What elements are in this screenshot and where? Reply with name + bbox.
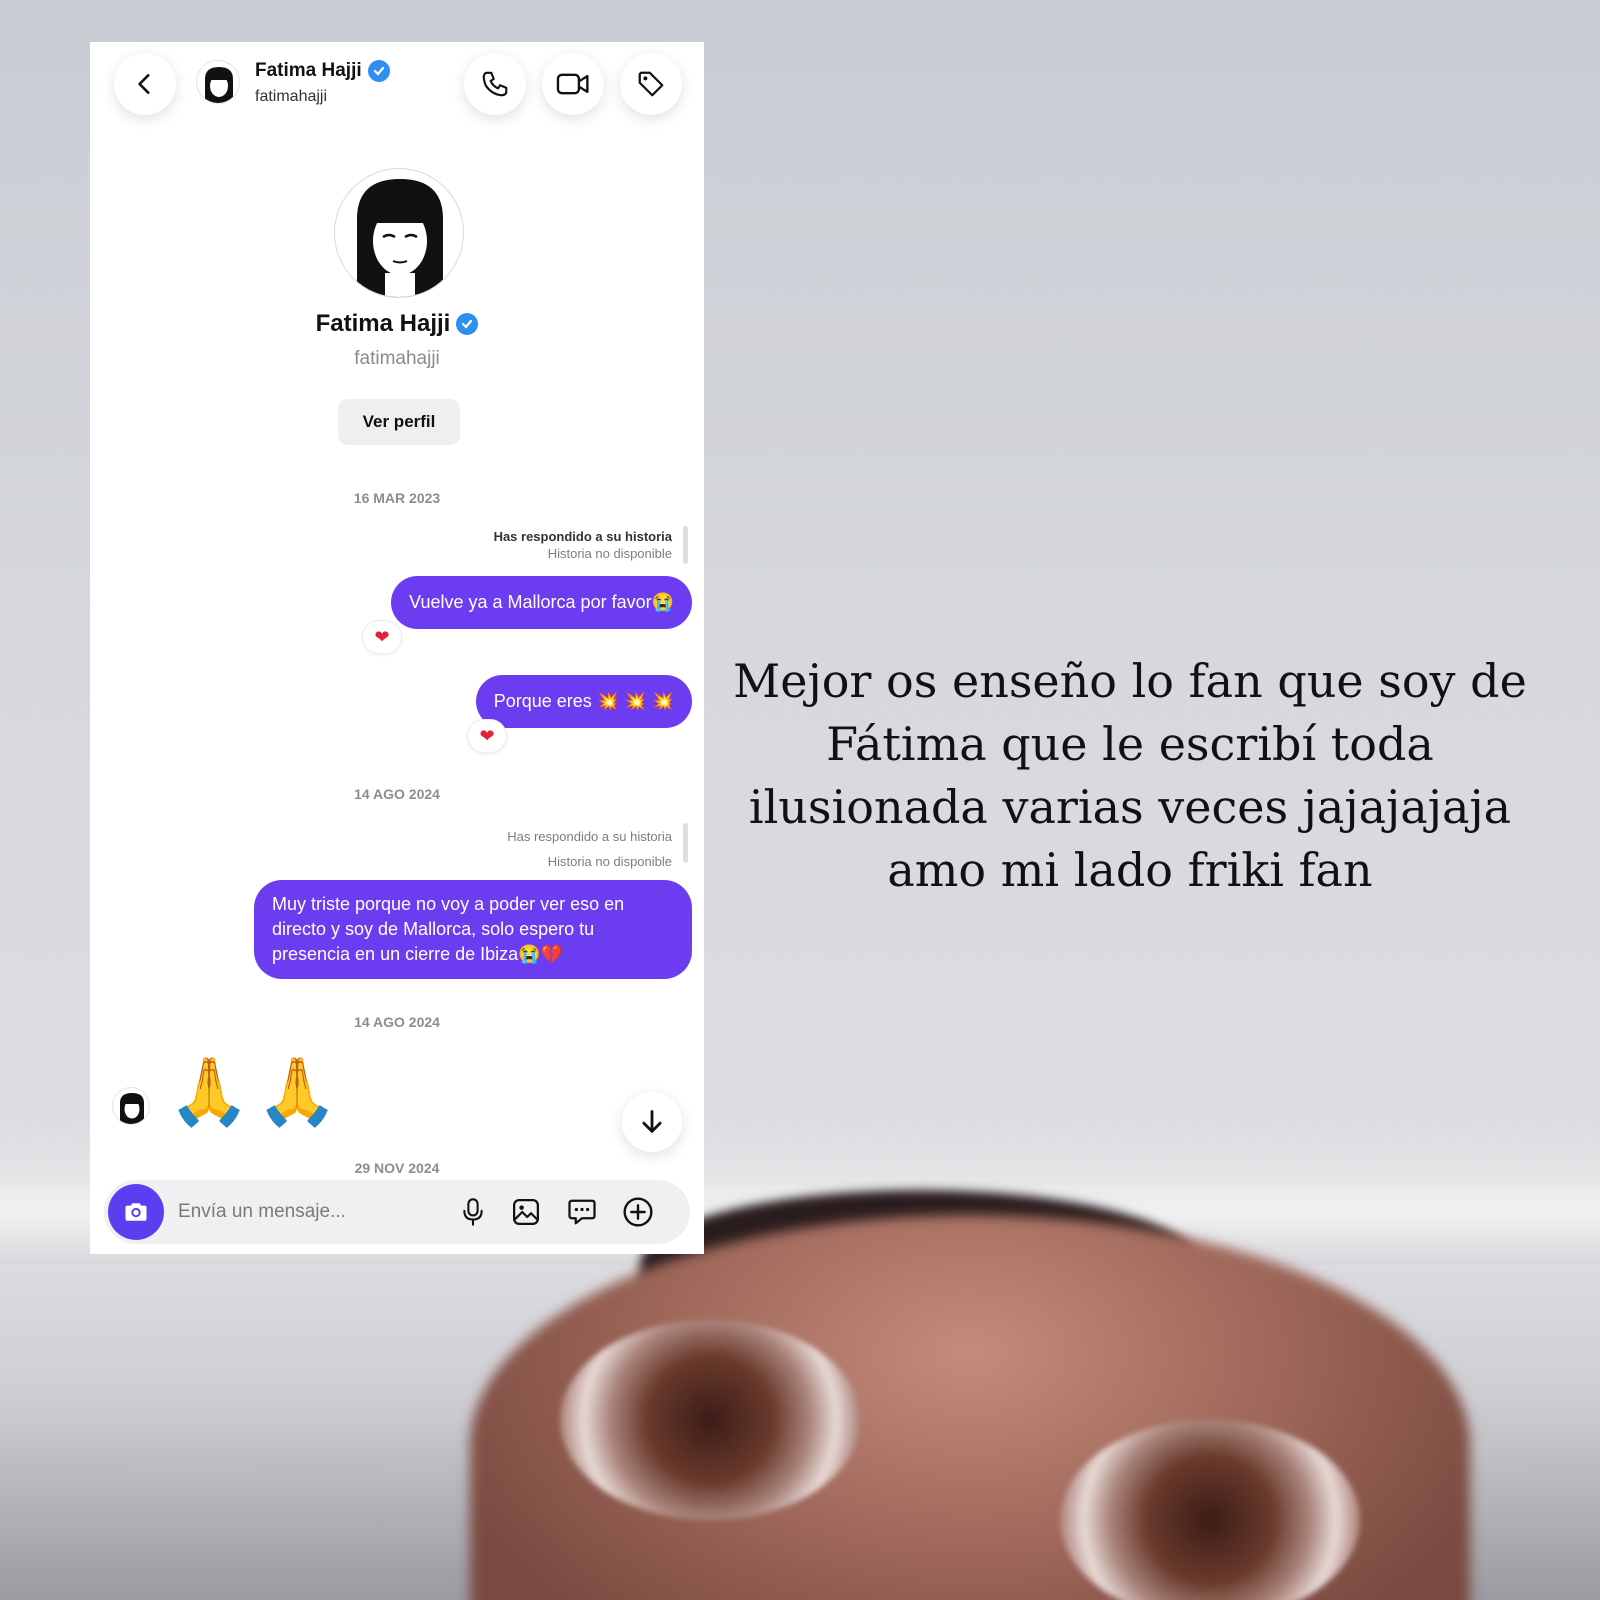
- story-status-label: Historia no disponible: [547, 546, 672, 561]
- microphone-icon: [463, 1198, 483, 1226]
- story-reply-label: Has respondido a su historia: [493, 529, 672, 544]
- chat-screenshot: Fatima Hajji fatimahajji Fatima Hajji fa…: [90, 42, 704, 1254]
- microphone-button[interactable]: [457, 1196, 489, 1228]
- story-reply-bar: [683, 526, 688, 564]
- verified-badge-icon: [456, 313, 479, 335]
- call-button[interactable]: [464, 53, 526, 115]
- header-username: fatimahajji: [255, 88, 328, 105]
- header-name: Fatima Hajji: [255, 60, 362, 81]
- sent-message-bubble[interactable]: Muy triste porque no voy a poder ver eso…: [254, 880, 692, 979]
- tag-button[interactable]: [620, 53, 682, 115]
- story-reply-label: Has respondido a su historia: [507, 829, 672, 844]
- verified-badge-icon: [367, 60, 390, 82]
- story-reply-note: Has respondido a su historia Historia no…: [494, 528, 672, 562]
- date-separator: 14 AGO 2024: [354, 786, 440, 802]
- video-camera-icon: [556, 73, 589, 95]
- arrow-down-icon: [642, 1110, 662, 1133]
- profile-name: Fatima Hajji: [315, 310, 451, 337]
- header-avatar[interactable]: [196, 60, 240, 104]
- sender-avatar[interactable]: [112, 1087, 150, 1125]
- video-call-button[interactable]: [542, 53, 604, 115]
- view-profile-button[interactable]: Ver perfil: [338, 399, 460, 445]
- date-separator: 29 NOV 2024: [354, 1160, 440, 1176]
- chevron-left-icon: [138, 74, 150, 94]
- tag-icon: [638, 71, 664, 97]
- message-input[interactable]: [178, 1198, 438, 1226]
- profile-username: fatimahajji: [354, 348, 440, 369]
- phone-icon: [482, 71, 508, 97]
- message-composer: [104, 1180, 690, 1244]
- profile-name-row: Fatima Hajji: [90, 310, 704, 338]
- story-status-label: Historia no disponible: [547, 854, 672, 869]
- image-icon: [513, 1199, 539, 1225]
- story-reply-note: Has respondido a su historia Historia no…: [507, 824, 672, 874]
- chat-bubble-icon: [568, 1199, 596, 1225]
- plus-circle-icon: [623, 1197, 653, 1227]
- sent-message-bubble[interactable]: Vuelve ya a Mallorca por favor😭: [391, 576, 692, 629]
- date-separator: 14 AGO 2024: [354, 1014, 440, 1030]
- overlay-caption: Mejor os enseño lo fan que soy de Fátima…: [733, 654, 1527, 897]
- received-emoji-message[interactable]: 🙏🙏: [168, 1052, 344, 1132]
- scroll-to-bottom-button[interactable]: [622, 1092, 682, 1152]
- sent-message-bubble[interactable]: Porque eres 💥 💥 💥: [475, 675, 692, 728]
- add-button[interactable]: [622, 1196, 654, 1228]
- profile-avatar[interactable]: [334, 168, 464, 298]
- person-left-eye: [560, 1320, 860, 1520]
- heart-reaction-icon[interactable]: ❤: [362, 620, 402, 654]
- back-button[interactable]: [114, 53, 176, 115]
- sticker-button[interactable]: [566, 1196, 598, 1228]
- gallery-button[interactable]: [510, 1196, 542, 1228]
- heart-reaction-icon[interactable]: ❤: [467, 719, 507, 753]
- story-reply-bar: [683, 823, 688, 863]
- camera-button[interactable]: [108, 1184, 164, 1240]
- header-name-row: Fatima Hajji: [255, 60, 390, 82]
- camera-icon: [125, 1203, 147, 1221]
- date-separator: 16 MAR 2023: [353, 490, 441, 506]
